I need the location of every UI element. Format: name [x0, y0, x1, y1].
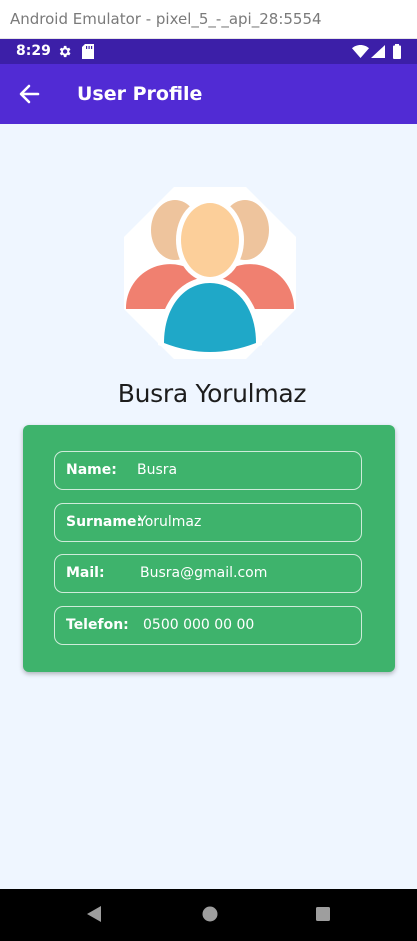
mail-value: Busra@gmail.com: [140, 565, 268, 581]
signal-icon: [371, 45, 385, 58]
app-bar: User Profile: [0, 64, 417, 124]
navigation-bar: [0, 889, 417, 941]
status-bar: 8:29: [0, 39, 417, 64]
surname-label: Surname:: [66, 514, 143, 530]
users-group-icon: [124, 187, 296, 359]
status-time: 8:29: [16, 43, 51, 59]
emulator-window-title: Android Emulator - pixel_5_-_api_28:5554: [10, 10, 322, 28]
profile-info-card: Name: Busra Surname: Yorulmaz Mail: Busr…: [23, 425, 395, 672]
sd-card-icon: [82, 44, 94, 59]
battery-icon: [393, 44, 401, 59]
phone-field[interactable]: Telefon: 0500 000 00 00: [54, 606, 362, 645]
name-value: Busra: [137, 462, 178, 478]
surname-field[interactable]: Surname: Yorulmaz: [54, 503, 362, 542]
profile-name: Busra Yorulmaz: [117, 379, 307, 408]
mail-label: Mail:: [66, 565, 105, 581]
phone-label: Telefon:: [66, 617, 129, 633]
home-circle-icon[interactable]: [201, 905, 219, 923]
back-triangle-icon[interactable]: [86, 905, 102, 923]
phone-value: 0500 000 00 00: [143, 617, 255, 633]
page-title: User Profile: [77, 83, 203, 105]
mail-field[interactable]: Mail: Busra@gmail.com: [54, 554, 362, 593]
back-button[interactable]: [14, 80, 46, 108]
name-label: Name:: [66, 462, 117, 478]
gear-icon: [59, 45, 71, 58]
recents-square-icon[interactable]: [315, 905, 331, 923]
emulator-title-bar: Android Emulator - pixel_5_-_api_28:5554: [0, 0, 417, 39]
surname-value: Yorulmaz: [138, 514, 202, 530]
profile-content: Busra Yorulmaz Name: Busra Surname: Yoru…: [0, 124, 417, 889]
name-field[interactable]: Name: Busra: [54, 451, 362, 490]
arrow-left-icon: [19, 84, 40, 104]
wifi-icon: [352, 45, 369, 58]
